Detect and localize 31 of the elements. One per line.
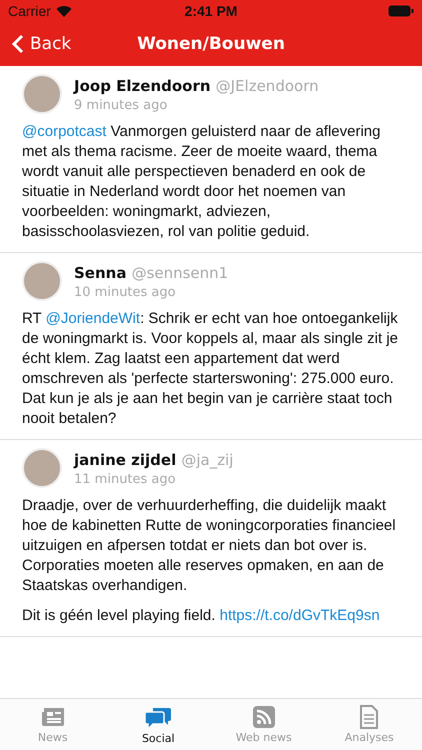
tweet-text: @corpotcast Vanmorgen geluisterd naar de aflevering met als thema racisme. Zeer de moeite waard, thema wordt vanuit alle perspectieven benaderd en ook de situatie in Nederland wordt door het noemen van voorbeelden: woningmarkt, adviezen, basisschoolasviezen, rol van politie geduid. [22,122,382,242]
newspaper-icon [40,705,66,729]
tweet-text: RT @JoriendeWit: Schrik er echt van hoe ontoegankelijk de woningmarkt is. Voor koppels al, maar als single zit je écht klem. Zag laatst een appartement dat werd omschreven als 'perfecte starterswoning': 275.000 euro. Dat kun je als je aan het begin van je carrière staat toch nooit betalen? [22,309,400,429]
tweet-time: 11 minutes ago [74,472,177,486]
battery-icon [388,5,414,17]
wifi-icon [56,5,72,17]
author-handle: @JElzendoorn [216,76,319,94]
tweet-link[interactable]: https://t.co/dGvTkEq9sn [220,607,380,624]
tweet-text: Dit is géén level playing field. https://t.co/dGvTkEq9sn [22,606,381,626]
author-name: Joop Elzendoorn [74,76,211,94]
avatar [22,74,62,114]
tab[interactable]: Web news [211,699,316,750]
author-name: Senna [74,264,126,282]
tweet-text: Draadje, over de verhuurderheffing, die duidelijk maakt hoe de kabinetten Rutte de woningcorporaties financieel uitzuigen en afpersen totdat er niets dan bot over is. Corporaties moeten alle reserves opmaken, en aan de Staatskas overhandigen. [22,496,397,596]
status-time: 2:41 PM [184,3,238,19]
rss-icon [252,705,276,729]
document-icon [359,705,380,729]
carrier-label: Carrier [8,3,51,19]
tab[interactable]: Social [106,699,211,750]
tab[interactable]: News [0,699,106,750]
back-button[interactable]: Back [12,34,138,54]
author-handle: @ja_zij [181,450,234,468]
back-chevron-icon [12,34,24,54]
screen-title: Wonen/Bouwen [137,34,285,54]
author-handle: @sennsenn1 [132,264,228,282]
avatar [22,448,62,488]
tweet-time: 9 minutes ago [74,98,168,112]
avatar [22,261,62,301]
tweet-time: 10 minutes ago [74,284,177,300]
tab[interactable]: Analyses [316,699,422,750]
author-name: janine zijdel [74,450,176,468]
